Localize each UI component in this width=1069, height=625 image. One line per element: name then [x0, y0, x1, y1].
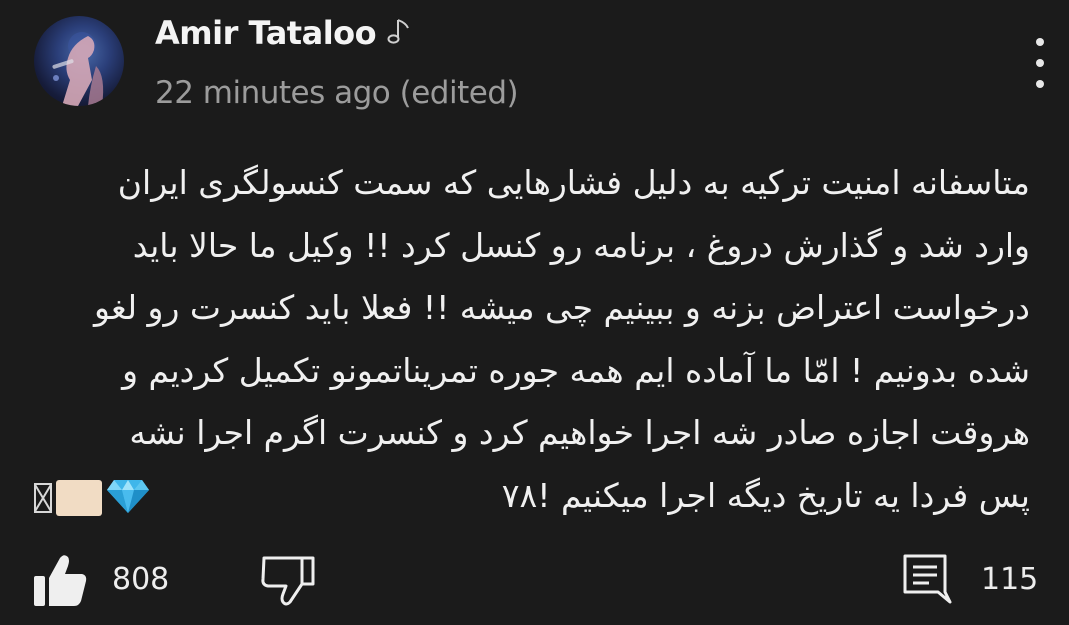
author-row: Amir Tataloo	[155, 14, 412, 52]
avatar[interactable]	[34, 16, 124, 106]
comment-line: متاسفانه امنیت ترکیه به دلیل فشارهایی که…	[117, 163, 1030, 202]
music-note-icon	[386, 17, 412, 51]
comment-line: هروقت اجازه صادر شه اجرا خواهیم کرد و کن…	[129, 413, 1030, 452]
thumbs-up-icon[interactable]	[30, 552, 90, 610]
comment-body: متاسفانه امنیت ترکیه به دلیل فشارهایی که…	[20, 152, 1030, 527]
like-count: 808	[112, 562, 170, 597]
action-bar: 808 115	[0, 540, 1069, 625]
skin-tone-square	[56, 480, 102, 516]
comment-timestamp: 22 minutes ago (edited)	[155, 75, 519, 111]
comment-icon[interactable]	[900, 550, 954, 608]
gem-stone-emoji	[106, 478, 150, 518]
more-vertical-icon[interactable]	[1022, 38, 1058, 88]
comment-line: شده بدونیم ! امّا ما آماده ایم همه جوره …	[122, 350, 1030, 390]
emoji-row	[34, 478, 150, 518]
comment-line: وارد شد و گذارش دروغ ، برنامه رو کنسل کر…	[132, 225, 1030, 265]
reply-count: 115	[981, 562, 1039, 597]
comment-line: درخواست اعتراض بزنه و ببینیم چی میشه !! …	[94, 288, 1030, 327]
thumbs-down-icon[interactable]	[258, 550, 318, 608]
missing-glyph-box	[34, 483, 52, 513]
comment-card: Amir Tataloo 22 minutes ago (edited) متا…	[0, 0, 1069, 625]
author-name[interactable]: Amir Tataloo	[155, 14, 377, 52]
comment-line: پس فردا یه تاریخ دیگه اجرا میکنیم !۷۸	[501, 475, 1030, 515]
